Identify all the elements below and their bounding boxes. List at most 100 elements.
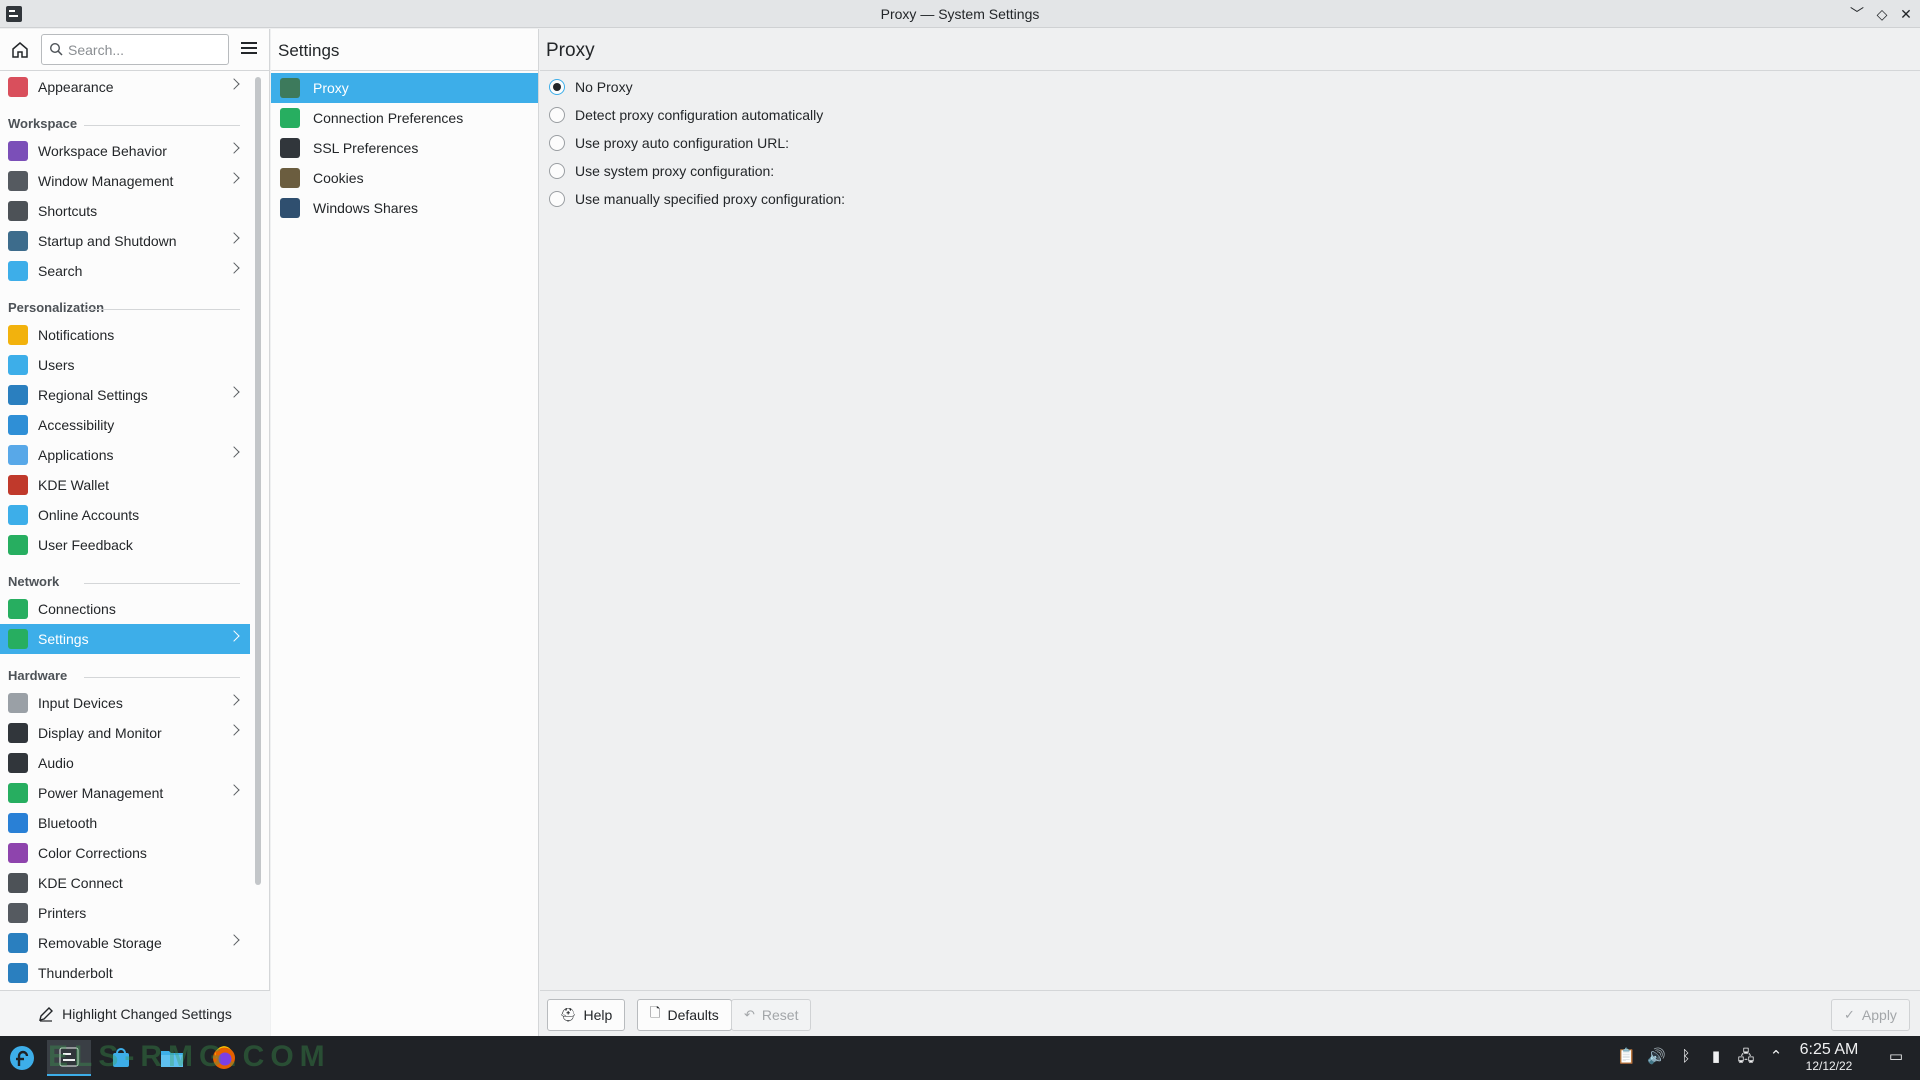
- content-pane: Proxy No Proxy Detect proxy configuration…: [540, 29, 1920, 1036]
- digital-clock[interactable]: 6:25 AM 12/12/22: [1792, 1041, 1866, 1073]
- minimize-button[interactable]: ﹀: [1847, 4, 1867, 24]
- chevron-right-icon: [228, 724, 240, 736]
- sidebar-item-removable-storage[interactable]: Removable Storage: [0, 928, 250, 958]
- sidebar-item-user-feedback[interactable]: User Feedback: [0, 530, 250, 560]
- sidebar-item-workspace-behavior[interactable]: Workspace Behavior: [0, 136, 250, 166]
- maximize-button[interactable]: ◇: [1872, 4, 1892, 24]
- sidebar-item-audio[interactable]: Audio: [0, 748, 250, 778]
- subcategory-item-connection-preferences[interactable]: Connection Preferences: [271, 103, 538, 133]
- help-button-label: Help: [583, 1007, 613, 1023]
- sidebar-item-kde-wallet[interactable]: KDE Wallet: [0, 470, 250, 500]
- sidebar-category-network: Network: [0, 560, 250, 594]
- sidebar-item-applications[interactable]: Applications: [0, 440, 250, 470]
- sidebar-item-display-and-monitor[interactable]: Display and Monitor: [0, 718, 250, 748]
- sidebar-item-printers[interactable]: Printers: [0, 898, 250, 928]
- radio-button[interactable]: [549, 191, 565, 207]
- sidebar-item-connections[interactable]: Connections: [0, 594, 250, 624]
- sidebar-scrollbar[interactable]: [255, 77, 261, 885]
- radio-button[interactable]: [549, 135, 565, 151]
- subcategory-item-ssl-preferences[interactable]: SSL Preferences: [271, 133, 538, 163]
- sidebar-item-label: Users: [38, 357, 75, 373]
- document-icon: 🗋: [650, 1005, 661, 1020]
- sidebar-item-color-corrections[interactable]: Color Corrections: [0, 838, 250, 868]
- window-management-icon: [8, 171, 28, 191]
- category-divider: [84, 583, 240, 584]
- undo-icon: ↶: [744, 1007, 755, 1022]
- radio-button[interactable]: [549, 79, 565, 95]
- sidebar-list: Appearance Workspace Workspace Behavior Win…: [0, 72, 250, 988]
- sidebar-item-label: Online Accounts: [38, 507, 140, 523]
- application-launcher[interactable]: [0, 1040, 44, 1076]
- proxy-option-4[interactable]: Use manually specified proxy configurati…: [540, 185, 1920, 213]
- subcategory-item-windows-shares[interactable]: Windows Shares: [271, 193, 538, 223]
- radio-button[interactable]: [549, 107, 565, 123]
- sidebar-item-label: Power Management: [38, 785, 164, 801]
- sidebar-item-label: Printers: [38, 905, 87, 921]
- device-notifier-icon[interactable]: ▮: [1707, 1048, 1725, 1066]
- highlight-changed-settings-label: Highlight Changed Settings: [62, 1005, 232, 1022]
- sidebar-category-hardware: Hardware: [0, 654, 250, 688]
- volume-icon[interactable]: 🔊: [1647, 1048, 1666, 1066]
- workspace-behavior-icon: [8, 141, 28, 161]
- sidebar-item-search[interactable]: Search: [0, 256, 250, 286]
- help-button[interactable]: ⛑ Help: [547, 999, 626, 1031]
- proxy-option-2[interactable]: Use proxy auto configuration URL:: [540, 129, 1920, 157]
- sidebar-item-appearance[interactable]: Appearance: [0, 72, 250, 102]
- defaults-button[interactable]: 🗋 Defaults: [637, 999, 732, 1031]
- proxy-option-0[interactable]: No Proxy: [540, 73, 1920, 101]
- hamburger-menu-button[interactable]: [238, 39, 260, 61]
- sidebar-item-thunderbolt[interactable]: Thunderbolt: [0, 958, 250, 988]
- chevron-right-icon: [228, 630, 240, 642]
- phone-icon: [8, 873, 28, 893]
- radio-button[interactable]: [549, 163, 565, 179]
- radio-label: Use manually specified proxy configurati…: [575, 191, 846, 207]
- sidebar-item-shortcuts[interactable]: Shortcuts: [0, 196, 250, 226]
- button-bar: ⛑ Help 🗋 Defaults ↶ Reset ✓ Apply: [540, 990, 1920, 1036]
- sidebar-item-regional-settings[interactable]: Regional Settings: [0, 380, 250, 410]
- chevron-right-icon: [228, 78, 240, 90]
- sidebar-item-users[interactable]: Users: [0, 350, 250, 380]
- sidebar-item-window-management[interactable]: Window Management: [0, 166, 250, 196]
- accessibility-icon: [8, 415, 28, 435]
- subcategory-item-label: SSL Preferences: [313, 140, 419, 156]
- appearance-icon: [8, 77, 28, 97]
- sidebar-item-kde-connect[interactable]: KDE Connect: [0, 868, 250, 898]
- bluetooth-tray-icon[interactable]: ᛒ: [1677, 1048, 1695, 1066]
- sidebar-item-accessibility[interactable]: Accessibility: [0, 410, 250, 440]
- taskbar: ELS-RMG.COM 📋 🔊 ᛒ ▮ 🖧 ⌃ 6:25 AM 12/12/22…: [0, 1036, 1920, 1080]
- proxy-option-3[interactable]: Use system proxy configuration:: [540, 157, 1920, 185]
- sidebar-item-label: Thunderbolt: [38, 965, 113, 981]
- reset-button[interactable]: ↶ Reset: [731, 999, 812, 1031]
- proxy-option-1[interactable]: Detect proxy configuration automatically: [540, 101, 1920, 129]
- sidebar-item-notifications[interactable]: Notifications: [0, 320, 250, 350]
- wallet-icon: [8, 475, 28, 495]
- chevron-right-icon: [228, 172, 240, 184]
- subcategory-item-cookies[interactable]: Cookies: [271, 163, 538, 193]
- search-field[interactable]: [41, 34, 229, 65]
- usb-icon: [8, 933, 28, 953]
- sidebar-item-settings[interactable]: Settings: [0, 624, 250, 654]
- subcategory-item-proxy[interactable]: Proxy: [271, 73, 538, 103]
- network-tray-icon[interactable]: 🖧: [1737, 1048, 1755, 1066]
- subcategory-item-label: Windows Shares: [313, 200, 419, 216]
- sidebar-item-bluetooth[interactable]: Bluetooth: [0, 808, 250, 838]
- home-button[interactable]: [8, 38, 32, 62]
- show-desktop-icon[interactable]: ▭: [1887, 1048, 1905, 1066]
- radio-label: Use system proxy configuration:: [575, 163, 775, 179]
- close-button[interactable]: ✕: [1896, 4, 1916, 24]
- clipboard-icon[interactable]: 📋: [1617, 1048, 1636, 1066]
- watermark: ELS-RMG.COM: [48, 1040, 331, 1073]
- apply-button[interactable]: ✓ Apply: [1831, 999, 1910, 1031]
- sidebar-item-input-devices[interactable]: Input Devices: [0, 688, 250, 718]
- sidebar: Appearance Workspace Workspace Behavior Win…: [0, 29, 270, 1036]
- highlight-changed-settings-button[interactable]: Highlight Changed Settings: [0, 990, 270, 1036]
- startup-icon: [8, 231, 28, 251]
- sidebar-item-power-management[interactable]: Power Management: [0, 778, 250, 808]
- search-input[interactable]: [68, 39, 223, 61]
- window-title: Proxy — System Settings: [880, 6, 1040, 22]
- sidebar-item-online-accounts[interactable]: Online Accounts: [0, 500, 250, 530]
- tray-expand-chevron-icon[interactable]: ⌃: [1767, 1048, 1785, 1066]
- search-settings-icon: [8, 261, 28, 281]
- sidebar-item-startup-and-shutdown[interactable]: Startup and Shutdown: [0, 226, 250, 256]
- sidebar-item-label: Search: [38, 263, 83, 279]
